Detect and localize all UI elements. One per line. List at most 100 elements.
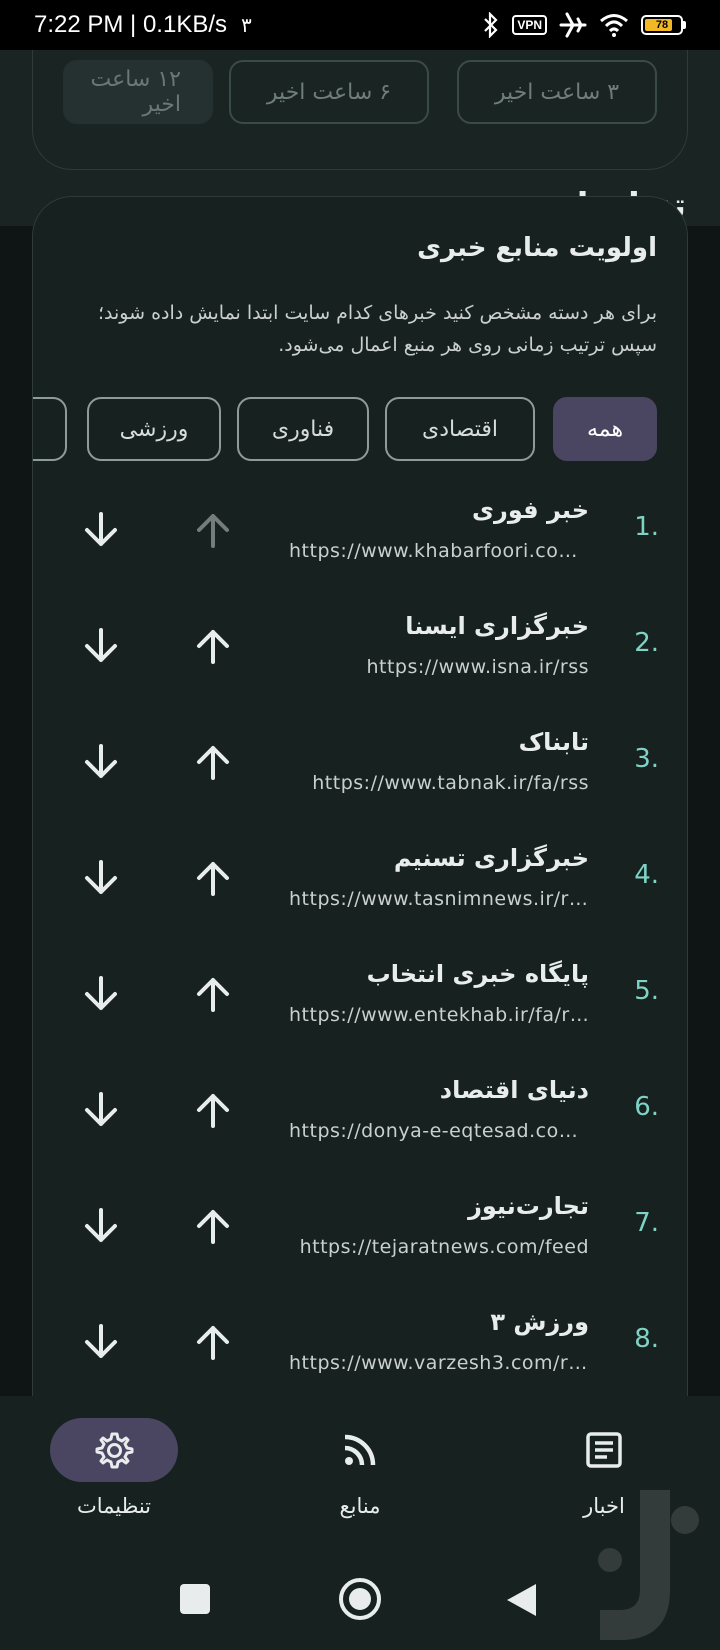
source-number: 7. (634, 1208, 659, 1238)
source-url: https://www.tabnak.ir/fa/rss (312, 772, 589, 794)
arrow-up-icon (193, 974, 233, 1018)
source-list: 1. خبر فوری https://www.khabarfoori.com/rs… (33, 482, 687, 1396)
source-name: خبرگزاری ایسنا (405, 612, 589, 640)
recents-button-icon[interactable] (178, 1582, 212, 1616)
source-name: پایگاه خبری انتخاب (366, 960, 589, 988)
back-button-icon[interactable] (504, 1582, 538, 1618)
nav-settings-label: تنظیمات (76, 1494, 152, 1518)
vpn-badge: VPN (512, 15, 547, 35)
source-number: 5. (634, 976, 659, 1006)
home-button-icon[interactable] (337, 1576, 383, 1622)
status-icons: VPN 78 (482, 12, 686, 38)
category-chip-sports[interactable]: ورزشی (87, 397, 221, 461)
move-down-button[interactable] (75, 622, 127, 674)
arrow-up-icon (193, 1322, 233, 1366)
source-row: 5. پایگاه خبری انتخاب https://www.entekhab… (33, 946, 687, 1062)
arrow-down-icon (81, 742, 121, 786)
source-priority-card: اولویت منابع خبری برای هر دسته مشخص کنید… (32, 196, 688, 1396)
source-url: https://tejaratnews.com/feed (299, 1236, 589, 1258)
source-row: 8. ورزش ۳ https://www.varzesh3.com/rss (33, 1294, 687, 1396)
arrow-down-icon (81, 974, 121, 1018)
source-url: https://www.varzesh3.com/rss (289, 1352, 589, 1374)
source-name: خبرگزاری تسنیم (393, 844, 589, 872)
source-name: خبر فوری (472, 496, 589, 524)
source-url: https://www.khabarfoori.com/rss (289, 540, 589, 562)
arrow-down-icon (81, 1206, 121, 1250)
gear-icon (95, 1432, 134, 1469)
move-down-button[interactable] (75, 1086, 127, 1138)
source-url: https://www.entekhab.ir/fa/rss (289, 1004, 589, 1026)
battery-label: 78 (655, 19, 669, 31)
category-chip-all[interactable]: همه (553, 397, 657, 461)
move-down-button[interactable] (75, 1202, 127, 1254)
source-number: 3. (634, 744, 659, 774)
arrow-up-icon (193, 742, 233, 786)
airplane-icon (559, 12, 587, 38)
arrow-down-icon (81, 858, 121, 902)
status-bar: 7:22 PM | 0.1KB/s ۳ VPN 78 (0, 0, 720, 50)
status-time: 7:22 PM | 0.1KB/s (34, 11, 227, 38)
move-up-button[interactable] (187, 622, 239, 674)
source-number: 1. (634, 512, 659, 542)
move-up-button[interactable] (187, 738, 239, 790)
move-down-button[interactable] (75, 854, 127, 906)
time-filter-card: ۳ ساعت اخیر ۶ ساعت اخیر ۱۲ ساعت اخیر (32, 50, 688, 170)
arrow-down-icon (81, 626, 121, 670)
arrow-up-icon (193, 626, 233, 670)
move-up-button[interactable] (187, 970, 239, 1022)
source-number: 8. (634, 1324, 659, 1354)
move-down-button[interactable] (75, 506, 127, 558)
source-url: https://www.isna.ir/rss (366, 656, 589, 678)
source-name: تابناک (518, 728, 589, 756)
move-up-button[interactable] (187, 854, 239, 906)
arrow-down-icon (81, 1322, 121, 1366)
watermark-logo (598, 1490, 699, 1640)
move-down-button[interactable] (75, 738, 127, 790)
article-icon (586, 1432, 622, 1468)
card-title: اولویت منابع خبری (417, 233, 657, 263)
source-number: 2. (634, 628, 659, 658)
arrow-down-icon (81, 510, 121, 554)
nav-sources-label: منابع (339, 1494, 381, 1518)
source-name: ورزش ۳ (490, 1308, 589, 1336)
move-up-button[interactable] (187, 1086, 239, 1138)
category-chip-economy[interactable]: اقتصادی (385, 397, 535, 461)
source-row: 4. خبرگزاری تسنیم https://www.tasnimnews.i… (33, 830, 687, 946)
move-down-button[interactable] (75, 1318, 127, 1370)
time-filter-3h[interactable]: ۳ ساعت اخیر (457, 60, 657, 124)
time-filter-6h[interactable]: ۶ ساعت اخیر (229, 60, 429, 124)
arrow-down-icon (81, 1090, 121, 1134)
nav-news-pill (540, 1418, 668, 1482)
move-up-button[interactable] (187, 1202, 239, 1254)
source-name: دنیای اقتصاد (439, 1076, 589, 1104)
source-number: 4. (634, 860, 659, 890)
source-url: https://www.tasnimnews.ir/rss (289, 888, 589, 910)
nav-sources[interactable]: منابع (260, 1418, 460, 1528)
source-row: 7. تجارت‌نیوز https://tejaratnews.com/feed (33, 1178, 687, 1294)
status-left: 7:22 PM | 0.1KB/s ۳ (34, 11, 252, 39)
time-filter-12h[interactable]: ۱۲ ساعت اخیر (63, 60, 213, 124)
category-chip-more[interactable] (33, 397, 67, 461)
nav-settings[interactable]: تنظیمات (14, 1418, 214, 1528)
nav-settings-pill (50, 1418, 178, 1482)
notification-count: ۳ (241, 14, 252, 37)
move-down-button[interactable] (75, 970, 127, 1022)
source-name: تجارت‌نیوز (468, 1192, 589, 1220)
source-row: 3. تابناک https://www.tabnak.ir/fa/rss (33, 714, 687, 830)
move-up-button[interactable] (187, 506, 239, 558)
arrow-up-icon (193, 510, 233, 554)
battery-icon: 78 (641, 15, 686, 35)
arrow-up-icon (193, 858, 233, 902)
bluetooth-icon (484, 12, 498, 38)
source-row: 2. خبرگزاری ایسنا https://www.isna.ir/rss (33, 598, 687, 714)
move-up-button[interactable] (187, 1318, 239, 1370)
nav-sources-pill (296, 1418, 424, 1482)
rss-icon (344, 1434, 376, 1466)
category-chip-tech[interactable]: فناوری (237, 397, 369, 461)
card-description: برای هر دسته مشخص کنید خبرهای کدام سایت … (98, 302, 657, 356)
source-url: https://donya-e-eqtesad.com/rss (289, 1120, 589, 1142)
category-chips: همه اقتصادی فناوری ورزشی (33, 397, 687, 463)
source-row: 6. دنیای اقتصاد https://donya-e-eqtesad.co… (33, 1062, 687, 1178)
source-number: 6. (634, 1092, 659, 1122)
arrow-up-icon (193, 1090, 233, 1134)
